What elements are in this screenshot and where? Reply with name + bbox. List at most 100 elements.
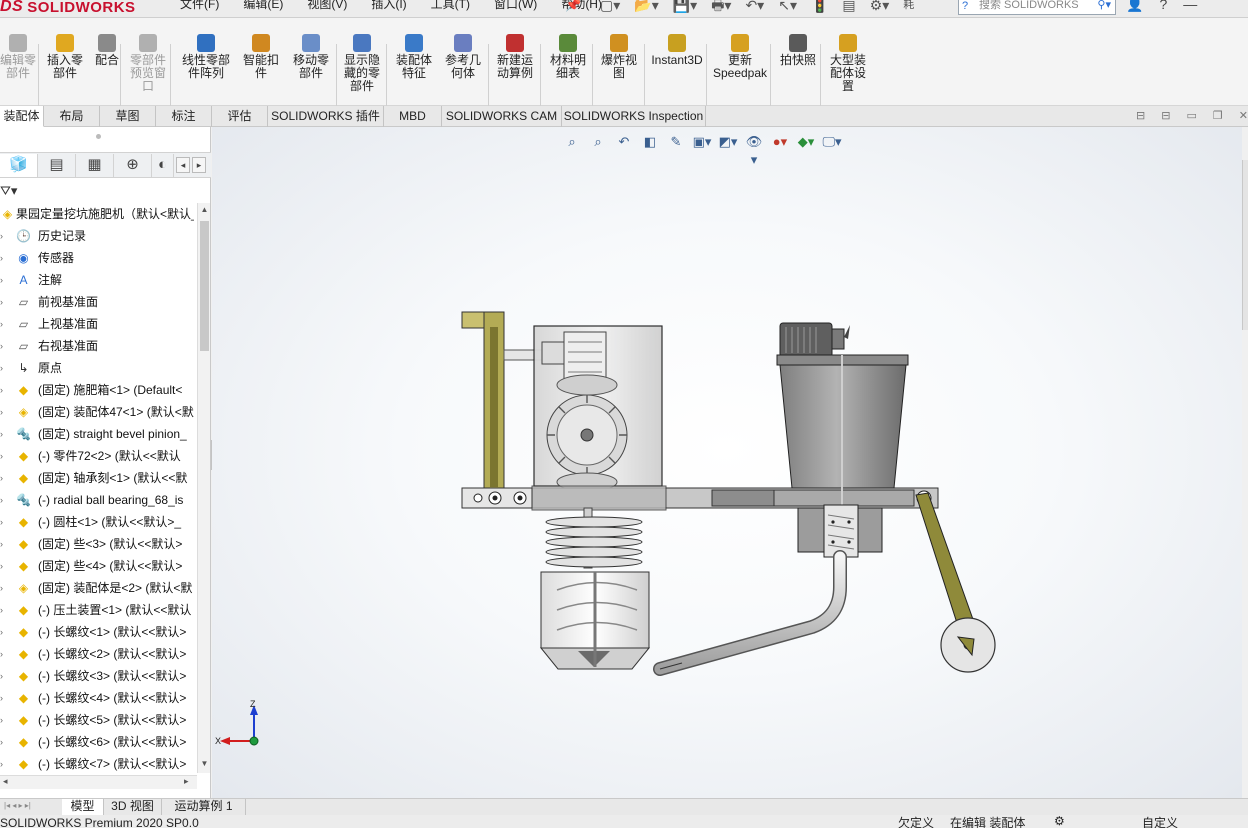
close-doc-icon[interactable]: ✕ [1239, 109, 1248, 122]
menu-item-3[interactable]: 插入(I) [359, 0, 418, 12]
dimxpert-tab-icon[interactable]: ⊕ [114, 154, 152, 177]
menu-item-0[interactable]: 文件(F) [168, 0, 231, 12]
expand-icon[interactable]: › [0, 379, 3, 401]
scroll-down-icon[interactable]: ▼ [199, 759, 210, 771]
menu-item-1[interactable]: 编辑(E) [231, 0, 295, 12]
cmd-button-0[interactable]: 编辑零 部件 [0, 34, 36, 80]
select-icon[interactable]: ↖▾ [778, 0, 797, 14]
tab-0[interactable]: 装配体 [0, 106, 44, 127]
expand-icon[interactable]: › [0, 445, 3, 467]
help-button[interactable]: ? [1159, 0, 1167, 13]
auger-cylinder[interactable] [539, 571, 651, 670]
tree-item[interactable]: › ▱ 右视基准面 [0, 335, 196, 357]
cmd-button-13[interactable]: Instant3D [650, 34, 704, 67]
cmd-button-11[interactable]: 材料明 细表 [546, 34, 590, 80]
scroll-left-icon[interactable]: ◂ [3, 776, 8, 787]
cmd-button-5[interactable]: 智能扣 件 [240, 34, 282, 80]
tree-item[interactable]: › ◆ (-) 压土装置<1> (默认<<默认 [0, 599, 196, 621]
panel-tabs-next-icon[interactable]: ▸ [192, 157, 206, 173]
tree-item[interactable]: › 🔩 (固定) straight bevel pinion_ [0, 423, 196, 445]
bottom-tab-0[interactable]: 模型 [62, 799, 104, 815]
motor[interactable] [779, 322, 850, 358]
tree-item[interactable]: › ◆ (固定) 些<4> (默认<<默认> [0, 555, 196, 577]
tab-nav-icon[interactable]: |◂ ◂ ▸ ▸| [4, 801, 31, 810]
tree-item[interactable]: › ◆ (-) 零件72<2> (默认<<默认 [0, 445, 196, 467]
tab-6[interactable]: MBD [384, 106, 442, 127]
expand-icon[interactable]: › [0, 225, 3, 247]
tile-right-icon[interactable]: ⊟ [1161, 109, 1170, 122]
tab-1[interactable]: 布局 [44, 106, 100, 127]
menu-item-5[interactable]: 窗口(W) [482, 0, 549, 12]
tree-item[interactable]: › ◈ (固定) 装配体是<2> (默认<默 [0, 577, 196, 599]
cmd-button-4[interactable]: 线性零部 件阵列 [178, 34, 234, 80]
tree-vertical-scrollbar[interactable]: ▲ ▼ [197, 203, 210, 773]
tree-item[interactable]: › ◆ (固定) 轴承刻<1> (默认<<默 [0, 467, 196, 489]
open-doc-icon[interactable]: 📂▾ [634, 0, 658, 14]
restore-doc-icon[interactable]: ❐ [1213, 109, 1223, 122]
panel-tabs-prev-icon[interactable]: ◂ [176, 157, 190, 173]
tree-item[interactable]: › 🕒 历史记录 [0, 225, 196, 247]
cmd-button-12[interactable]: 爆炸视 图 [598, 34, 640, 80]
expand-icon[interactable]: › [0, 555, 3, 577]
tree-item[interactable]: › ◆ (固定) 些<3> (默认<<默认> [0, 533, 196, 555]
cmd-button-10[interactable]: 新建运 动算例 [494, 34, 536, 80]
expand-icon[interactable]: › [0, 709, 3, 731]
rebuild-status-icon[interactable]: ⚙ [1054, 815, 1065, 828]
tree-item[interactable]: › ◆ (-) 长螺纹<2> (默认<<默认> [0, 643, 196, 665]
tree-item[interactable]: › A 注解 [0, 269, 196, 291]
expand-icon[interactable]: › [0, 599, 3, 621]
tree-item[interactable]: › ◈ (固定) 装配体47<1> (默认<默 [0, 401, 196, 423]
tree-root[interactable]: ◈ 果园定量挖坑施肥机（默认<默认_ [0, 203, 196, 225]
expand-icon[interactable]: › [0, 401, 3, 423]
cmd-button-6[interactable]: 移动零 部件 [290, 34, 332, 80]
options-icon[interactable]: ⚙▾ [870, 0, 890, 14]
expand-icon[interactable]: › [0, 335, 3, 357]
expand-icon[interactable]: › [0, 313, 3, 335]
status-units[interactable]: 自定义 [1142, 817, 1178, 828]
property-manager-tab-icon[interactable]: ▤ [38, 154, 76, 177]
task-pane-strip[interactable] [1242, 160, 1248, 330]
file-properties-icon[interactable]: ▤ [842, 0, 855, 14]
tree-item[interactable]: › ◆ (-) 长螺纹<1> (默认<<默认> [0, 621, 196, 643]
graphics-area[interactable]: ⌕ ⌕ ↶ ◧ ✎ ▣▾ ◩▾ 👁▾ ●▾ ◆▾ 🖵▾ Z X [212, 127, 1242, 798]
left-bracket[interactable] [461, 311, 545, 508]
feature-manager-tab-icon[interactable]: 🧊 [0, 154, 38, 177]
cmd-button-9[interactable]: 参考几 何体 [442, 34, 484, 80]
tree-item[interactable]: › ◆ (-) 长螺纹<4> (默认<<默认> [0, 687, 196, 709]
menu-item-4[interactable]: 工具(T) [419, 0, 482, 12]
auger-spring[interactable] [545, 507, 643, 569]
display-manager-tab-icon[interactable]: ◐ [152, 154, 174, 177]
undo-icon[interactable]: ↶▾ [745, 0, 764, 14]
tab-8[interactable]: SOLIDWORKS Inspection [562, 106, 706, 127]
new-doc-icon[interactable]: ▢▾ [600, 0, 620, 14]
print-icon[interactable]: 🖶▾ [711, 0, 731, 14]
cad-model[interactable]: Z X [212, 127, 1242, 798]
cmd-button-1[interactable]: 插入零 部件 [44, 34, 86, 80]
minimize-doc-icon[interactable]: ▭ [1186, 109, 1196, 122]
expand-icon[interactable]: › [0, 489, 3, 511]
tree-item[interactable]: › ▱ 上视基准面 [0, 313, 196, 335]
expand-icon[interactable]: › [0, 731, 3, 753]
tree-item[interactable]: › ◆ (固定) 施肥箱<1> (Default< [0, 379, 196, 401]
tree-item[interactable]: › ◆ (-) 长螺纹<6> (默认<<默认> [0, 731, 196, 753]
tile-left-icon[interactable]: ⊟ [1136, 109, 1145, 122]
tree-item[interactable]: › ◆ (-) 圆柱<1> (默认<<默认>_ [0, 511, 196, 533]
expand-icon[interactable]: › [0, 577, 3, 599]
menu-item-2[interactable]: 视图(V) [295, 0, 359, 12]
main-frame-beam[interactable] [461, 485, 939, 511]
tree-horizontal-scrollbar[interactable]: ◂ ▸ [0, 775, 197, 789]
user-icon[interactable]: 👤 [1126, 0, 1143, 13]
save-icon[interactable]: 💾▾ [673, 0, 697, 14]
configuration-manager-tab-icon[interactable]: ▦ [76, 154, 114, 177]
solidworks-logo[interactable]: DS SOLIDWORKS [0, 0, 136, 17]
tree-item[interactable]: › ◆ (-) 长螺纹<5> (默认<<默认> [0, 709, 196, 731]
pin-icon[interactable]: 📌 [565, 0, 581, 13]
panel-splitter[interactable] [96, 134, 101, 139]
expand-icon[interactable]: › [0, 511, 3, 533]
tab-4[interactable]: 评估 [212, 106, 268, 127]
cmd-button-15[interactable]: 拍快照 [776, 34, 820, 67]
tree-item[interactable]: › 🔩 (-) radial ball bearing_68_is [0, 489, 196, 511]
expand-icon[interactable]: › [0, 753, 3, 773]
delivery-pipe[interactable] [653, 550, 847, 676]
cmd-button-14[interactable]: 更新 Speedpak [712, 34, 768, 80]
